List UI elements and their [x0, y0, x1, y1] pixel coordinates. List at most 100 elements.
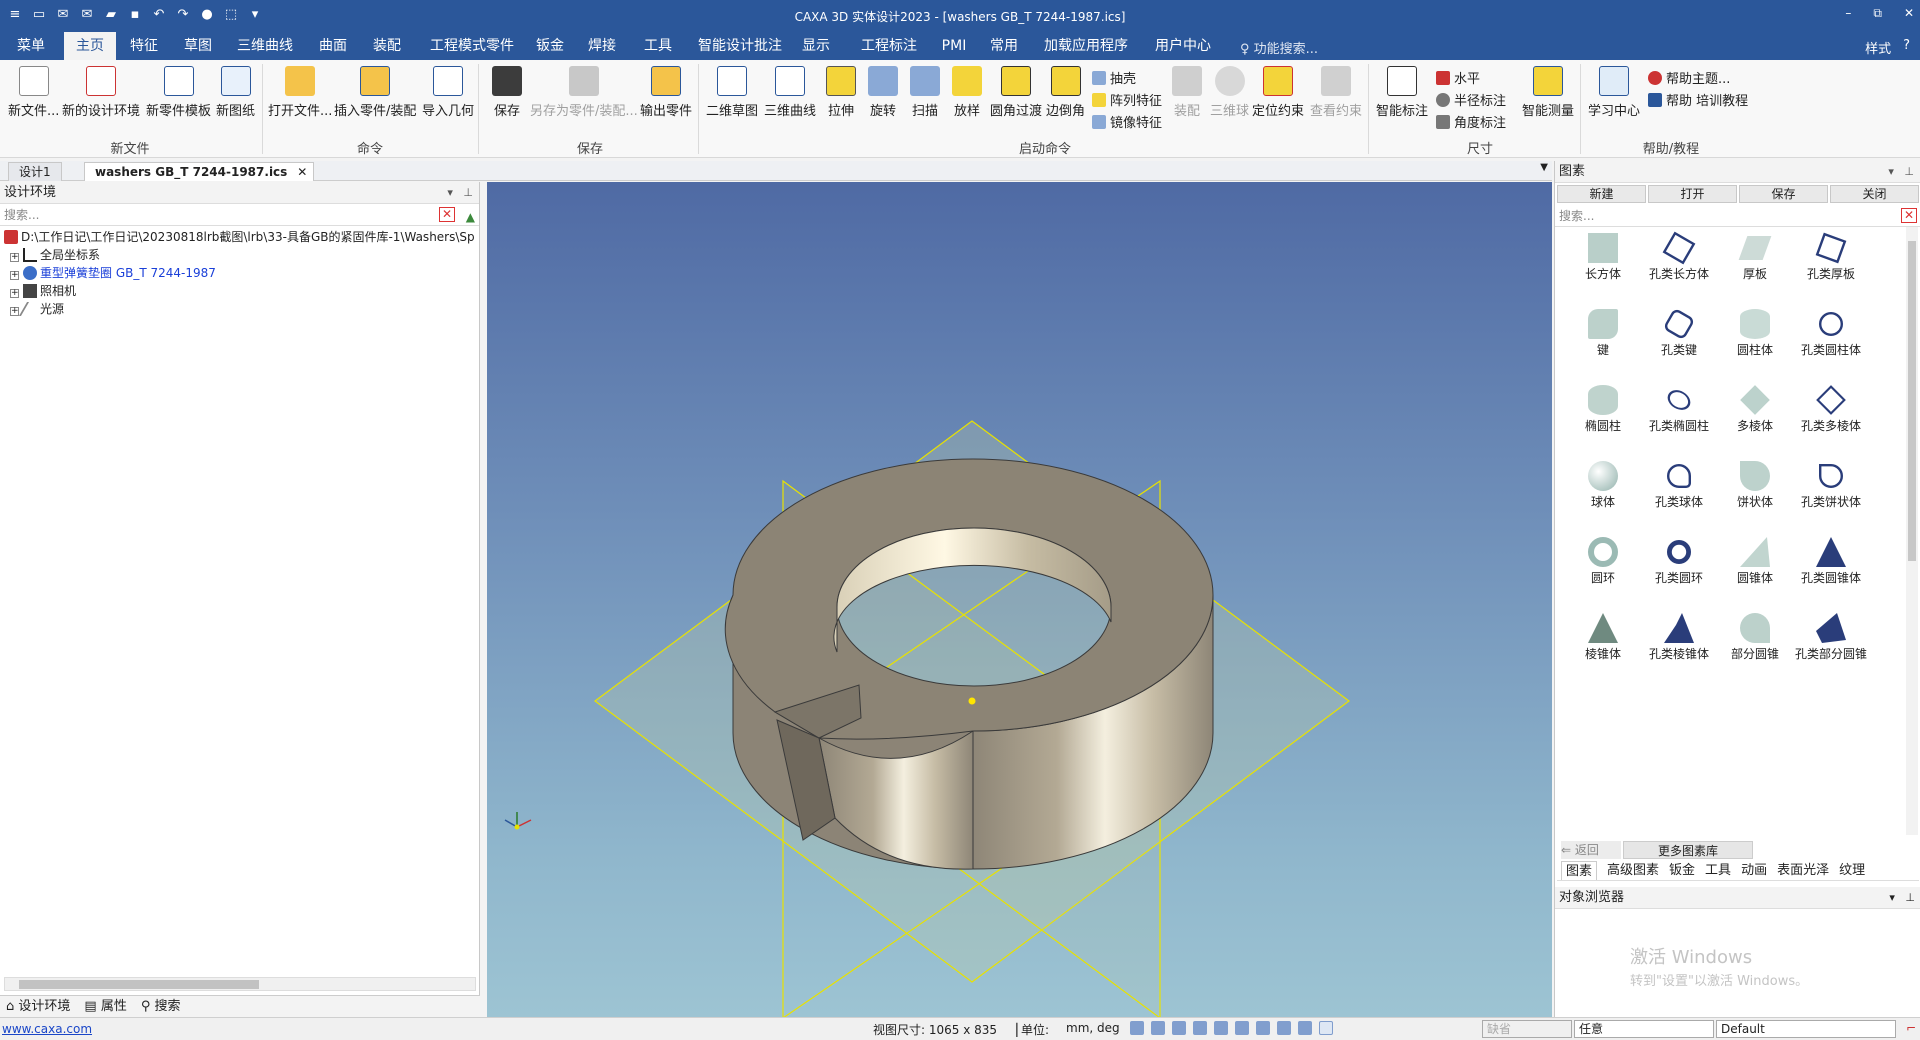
tab-assembly[interactable]: 装配	[362, 32, 412, 60]
element-hole-partial-cone[interactable]: 孔类部分圆锥	[1793, 613, 1869, 661]
horizontal-dim-button[interactable]: 水平	[1436, 68, 1480, 87]
close-tab-icon[interactable]: ✕	[297, 163, 307, 181]
pin-icon[interactable]: ▾ ⊥	[1889, 887, 1915, 909]
expand-icon[interactable]: +	[10, 307, 19, 316]
pattern-button[interactable]: 阵列特征	[1092, 90, 1162, 109]
rotate-icon[interactable]	[1256, 1021, 1270, 1035]
pin-icon[interactable]: ▾ ⊥	[447, 182, 473, 204]
unit-value[interactable]: mm, deg	[1066, 1021, 1120, 1035]
sketch2d-button[interactable]: 二维草图	[706, 66, 758, 119]
shell-button[interactable]: 抽壳	[1092, 68, 1136, 87]
close-button[interactable]: ✕	[1904, 6, 1914, 21]
smart-dimension-button[interactable]: 智能标注	[1376, 66, 1428, 119]
tab-tools[interactable]: 工具	[1705, 861, 1731, 880]
zoom-fit-icon[interactable]	[1130, 1021, 1144, 1035]
tab-user-center[interactable]: 用户中心	[1148, 32, 1218, 60]
element-key[interactable]: 键	[1565, 309, 1641, 357]
tab-texture[interactable]: 纹理	[1839, 861, 1865, 880]
pan-icon[interactable]	[1235, 1021, 1249, 1035]
element-cone[interactable]: 圆锥体	[1717, 537, 1793, 585]
tab-smart-annotation[interactable]: 智能设计批注	[694, 32, 786, 60]
view-constraint-button[interactable]: 查看约束	[1310, 66, 1362, 119]
element-hole-pie[interactable]: 孔类饼状体	[1793, 461, 1869, 509]
chamfer-button[interactable]: 边倒角	[1046, 66, 1085, 119]
element-hole-thick-plate[interactable]: 孔类厚板	[1793, 232, 1869, 281]
tab-pmi[interactable]: PMI	[936, 32, 972, 60]
tab-advanced-elements[interactable]: 高级图素	[1607, 861, 1659, 880]
tab-design1[interactable]: 设计1	[8, 162, 62, 181]
tab-menu[interactable]: 菜单	[8, 32, 54, 60]
tab-surface[interactable]: 曲面	[308, 32, 358, 60]
tree-item-global-coords[interactable]: + 全局坐标系	[4, 246, 475, 264]
tab-properties[interactable]: ▤ 属性	[84, 996, 126, 1017]
element-hole-key[interactable]: 孔类键	[1641, 307, 1717, 357]
viewport-canvas[interactable]	[487, 182, 1552, 1020]
new-part-template-button[interactable]: 新零件模板	[146, 66, 211, 119]
element-cuboid[interactable]: 长方体	[1565, 233, 1641, 281]
element-sphere[interactable]: 球体	[1565, 461, 1641, 509]
maximize-button[interactable]: ⧉	[1873, 6, 1882, 21]
open-catalog-button[interactable]: 打开	[1648, 185, 1737, 203]
smart-measure-button[interactable]: 智能测量	[1522, 66, 1574, 119]
tab-load-apps[interactable]: 加载应用程序	[1040, 32, 1132, 60]
view-orient-icon[interactable]	[1172, 1021, 1186, 1035]
expand-icon[interactable]: +	[10, 289, 19, 298]
fillet-button[interactable]: 圆角过渡	[990, 66, 1042, 119]
sweep-button[interactable]: 扫描	[910, 66, 940, 119]
element-partial-cone[interactable]: 部分圆锥	[1717, 613, 1793, 661]
3d-viewport[interactable]	[487, 182, 1552, 1020]
section-icon[interactable]	[1214, 1021, 1228, 1035]
tab-home[interactable]: 主页	[64, 32, 116, 60]
close-catalog-button[interactable]: 关闭	[1830, 185, 1919, 203]
elements-scrollbar[interactable]	[1906, 227, 1918, 835]
import-geometry-button[interactable]: 导入几何	[422, 66, 474, 119]
clear-search-icon[interactable]: ✕	[1901, 208, 1917, 223]
zoom-icon[interactable]	[1151, 1021, 1165, 1035]
element-thick-plate[interactable]: 厚板	[1717, 233, 1793, 281]
assembly-button[interactable]: 装配	[1172, 66, 1202, 119]
more-library-button[interactable]: 更多图素库	[1623, 841, 1753, 859]
tab-welding[interactable]: 焊接	[582, 32, 622, 60]
tab-surface-finish[interactable]: 表面光泽	[1777, 861, 1829, 880]
open-file-button[interactable]: 打开文件...	[268, 66, 332, 119]
tab-feature[interactable]: 特征	[120, 32, 168, 60]
tab-sheetmetal[interactable]: 钣金	[1669, 861, 1695, 880]
tab-display[interactable]: 显示	[796, 32, 836, 60]
element-hole-pyramid[interactable]: 孔类棱锥体	[1641, 613, 1717, 661]
element-elliptic-cylinder[interactable]: 椭圆柱	[1565, 385, 1641, 433]
new-env-button[interactable]: 新的设计环境	[62, 66, 140, 119]
element-hole-cuboid[interactable]: 孔类长方体	[1641, 231, 1717, 281]
shading-icon[interactable]	[1298, 1021, 1312, 1035]
horizontal-scrollbar[interactable]	[4, 977, 476, 991]
save-button[interactable]: 保存	[492, 66, 522, 119]
tree-root-path[interactable]: D:\工作日记\工作日记\20230818lrb截图\lrb\33-具备GB的紧…	[4, 228, 475, 246]
element-hole-sphere[interactable]: 孔类球体	[1641, 461, 1717, 509]
element-pie[interactable]: 饼状体	[1717, 461, 1793, 509]
curve3d-button[interactable]: 三维曲线	[764, 66, 816, 119]
radius-dim-button[interactable]: 半径标注	[1436, 90, 1506, 109]
help-topics-button[interactable]: 帮助主题...	[1648, 68, 1730, 87]
tree-item-spring-washer[interactable]: + 重型弹簧垫圈 GB_T 7244-1987	[4, 264, 475, 282]
style-menu[interactable]: 样式	[1865, 38, 1891, 57]
style-combo[interactable]: Default	[1716, 1020, 1896, 1038]
back-button[interactable]: ⇐ 返回	[1561, 841, 1621, 859]
new-catalog-button[interactable]: 新建	[1557, 185, 1646, 203]
tab-elements[interactable]: 图素	[1561, 861, 1598, 880]
constraint-button[interactable]: 定位约束	[1252, 66, 1304, 119]
element-polygonal-prism[interactable]: 多棱体	[1717, 385, 1793, 433]
ball3d-button[interactable]: 三维球	[1210, 66, 1249, 119]
resize-grip-icon[interactable]: ⌐	[1906, 1021, 1916, 1035]
center-point[interactable]	[968, 697, 976, 705]
element-hole-polygonal-prism[interactable]: 孔类多棱体	[1793, 385, 1869, 433]
element-hole-cone[interactable]: 孔类圆锥体	[1793, 537, 1869, 585]
tab-design-env[interactable]: ⌂ 设计环境	[6, 996, 70, 1017]
extrude-button[interactable]: 拉伸	[826, 66, 856, 119]
training-button[interactable]: 帮助 培训教程	[1648, 90, 1748, 109]
display-mode-icon[interactable]	[1277, 1021, 1291, 1035]
clear-search-icon[interactable]: ✕	[439, 207, 455, 222]
new-drawing-button[interactable]: 新图纸	[216, 66, 255, 119]
element-hole-cylinder[interactable]: 孔类圆柱体	[1793, 309, 1869, 357]
tab-animation[interactable]: 动画	[1741, 861, 1767, 880]
loft-button[interactable]: 放样	[952, 66, 982, 119]
elements-search-input[interactable]: 搜索... ✕	[1555, 205, 1920, 227]
